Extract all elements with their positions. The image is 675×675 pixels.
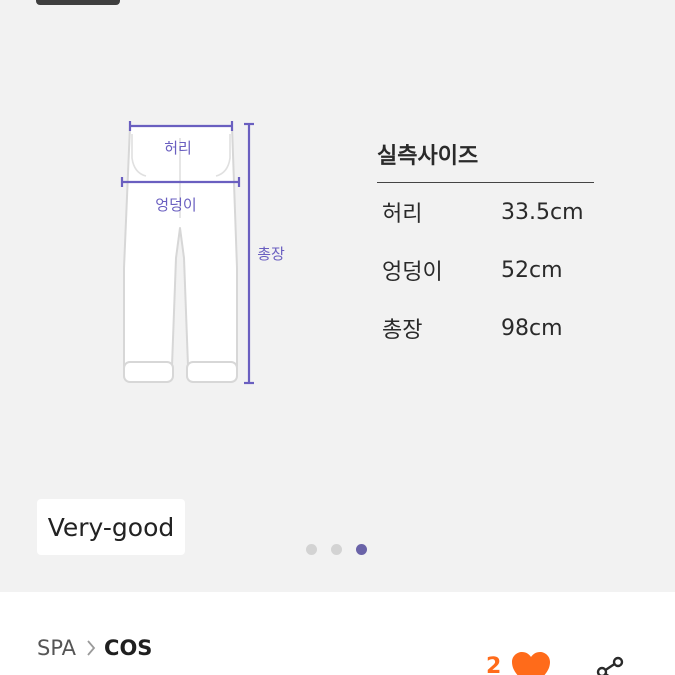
size-table-title: 실측사이즈	[377, 140, 594, 183]
breadcrumb-current[interactable]: COS	[104, 636, 152, 660]
image-gallery[interactable]: 허리 엉덩이 총장 실측사이즈 허리 33.5cm 엉덩이 52cm 총장 98…	[0, 0, 675, 592]
like-count: 2	[486, 654, 502, 675]
pagination-dot-2[interactable]	[331, 544, 342, 555]
share-icon[interactable]	[594, 654, 626, 675]
length-label: 총장	[257, 245, 285, 263]
size-row-label: 엉덩이	[382, 260, 443, 285]
breadcrumb-parent[interactable]: SPA	[37, 636, 76, 660]
size-row-value: 33.5cm	[501, 199, 584, 225]
size-row-value: 98cm	[501, 315, 563, 341]
pagination-dot-3-active[interactable]	[356, 544, 367, 555]
breadcrumb: SPA COS	[37, 636, 152, 660]
product-page: 허리 엉덩이 총장 실측사이즈 허리 33.5cm 엉덩이 52cm 총장 98…	[0, 0, 675, 675]
hip-label: 엉덩이	[155, 196, 196, 214]
top-tab	[36, 0, 120, 5]
size-row-label: 허리	[382, 202, 423, 227]
condition-badge: Very-good	[37, 499, 185, 555]
size-row-waist: 허리 33.5cm	[377, 183, 594, 241]
size-table: 실측사이즈 허리 33.5cm 엉덩이 52cm 총장 98cm	[377, 140, 594, 357]
gallery-pagination	[306, 544, 367, 555]
heart-icon[interactable]	[510, 651, 552, 675]
pagination-dot-1[interactable]	[306, 544, 317, 555]
waist-label: 허리	[164, 139, 192, 157]
chevron-right-icon	[87, 640, 96, 656]
size-row-label: 총장	[382, 318, 423, 343]
size-row-value: 52cm	[501, 257, 563, 283]
size-row-length: 총장 98cm	[377, 299, 594, 357]
pants-diagram: 허리 엉덩이 총장	[120, 121, 285, 385]
size-row-hip: 엉덩이 52cm	[377, 241, 594, 299]
product-info	[0, 592, 675, 675]
